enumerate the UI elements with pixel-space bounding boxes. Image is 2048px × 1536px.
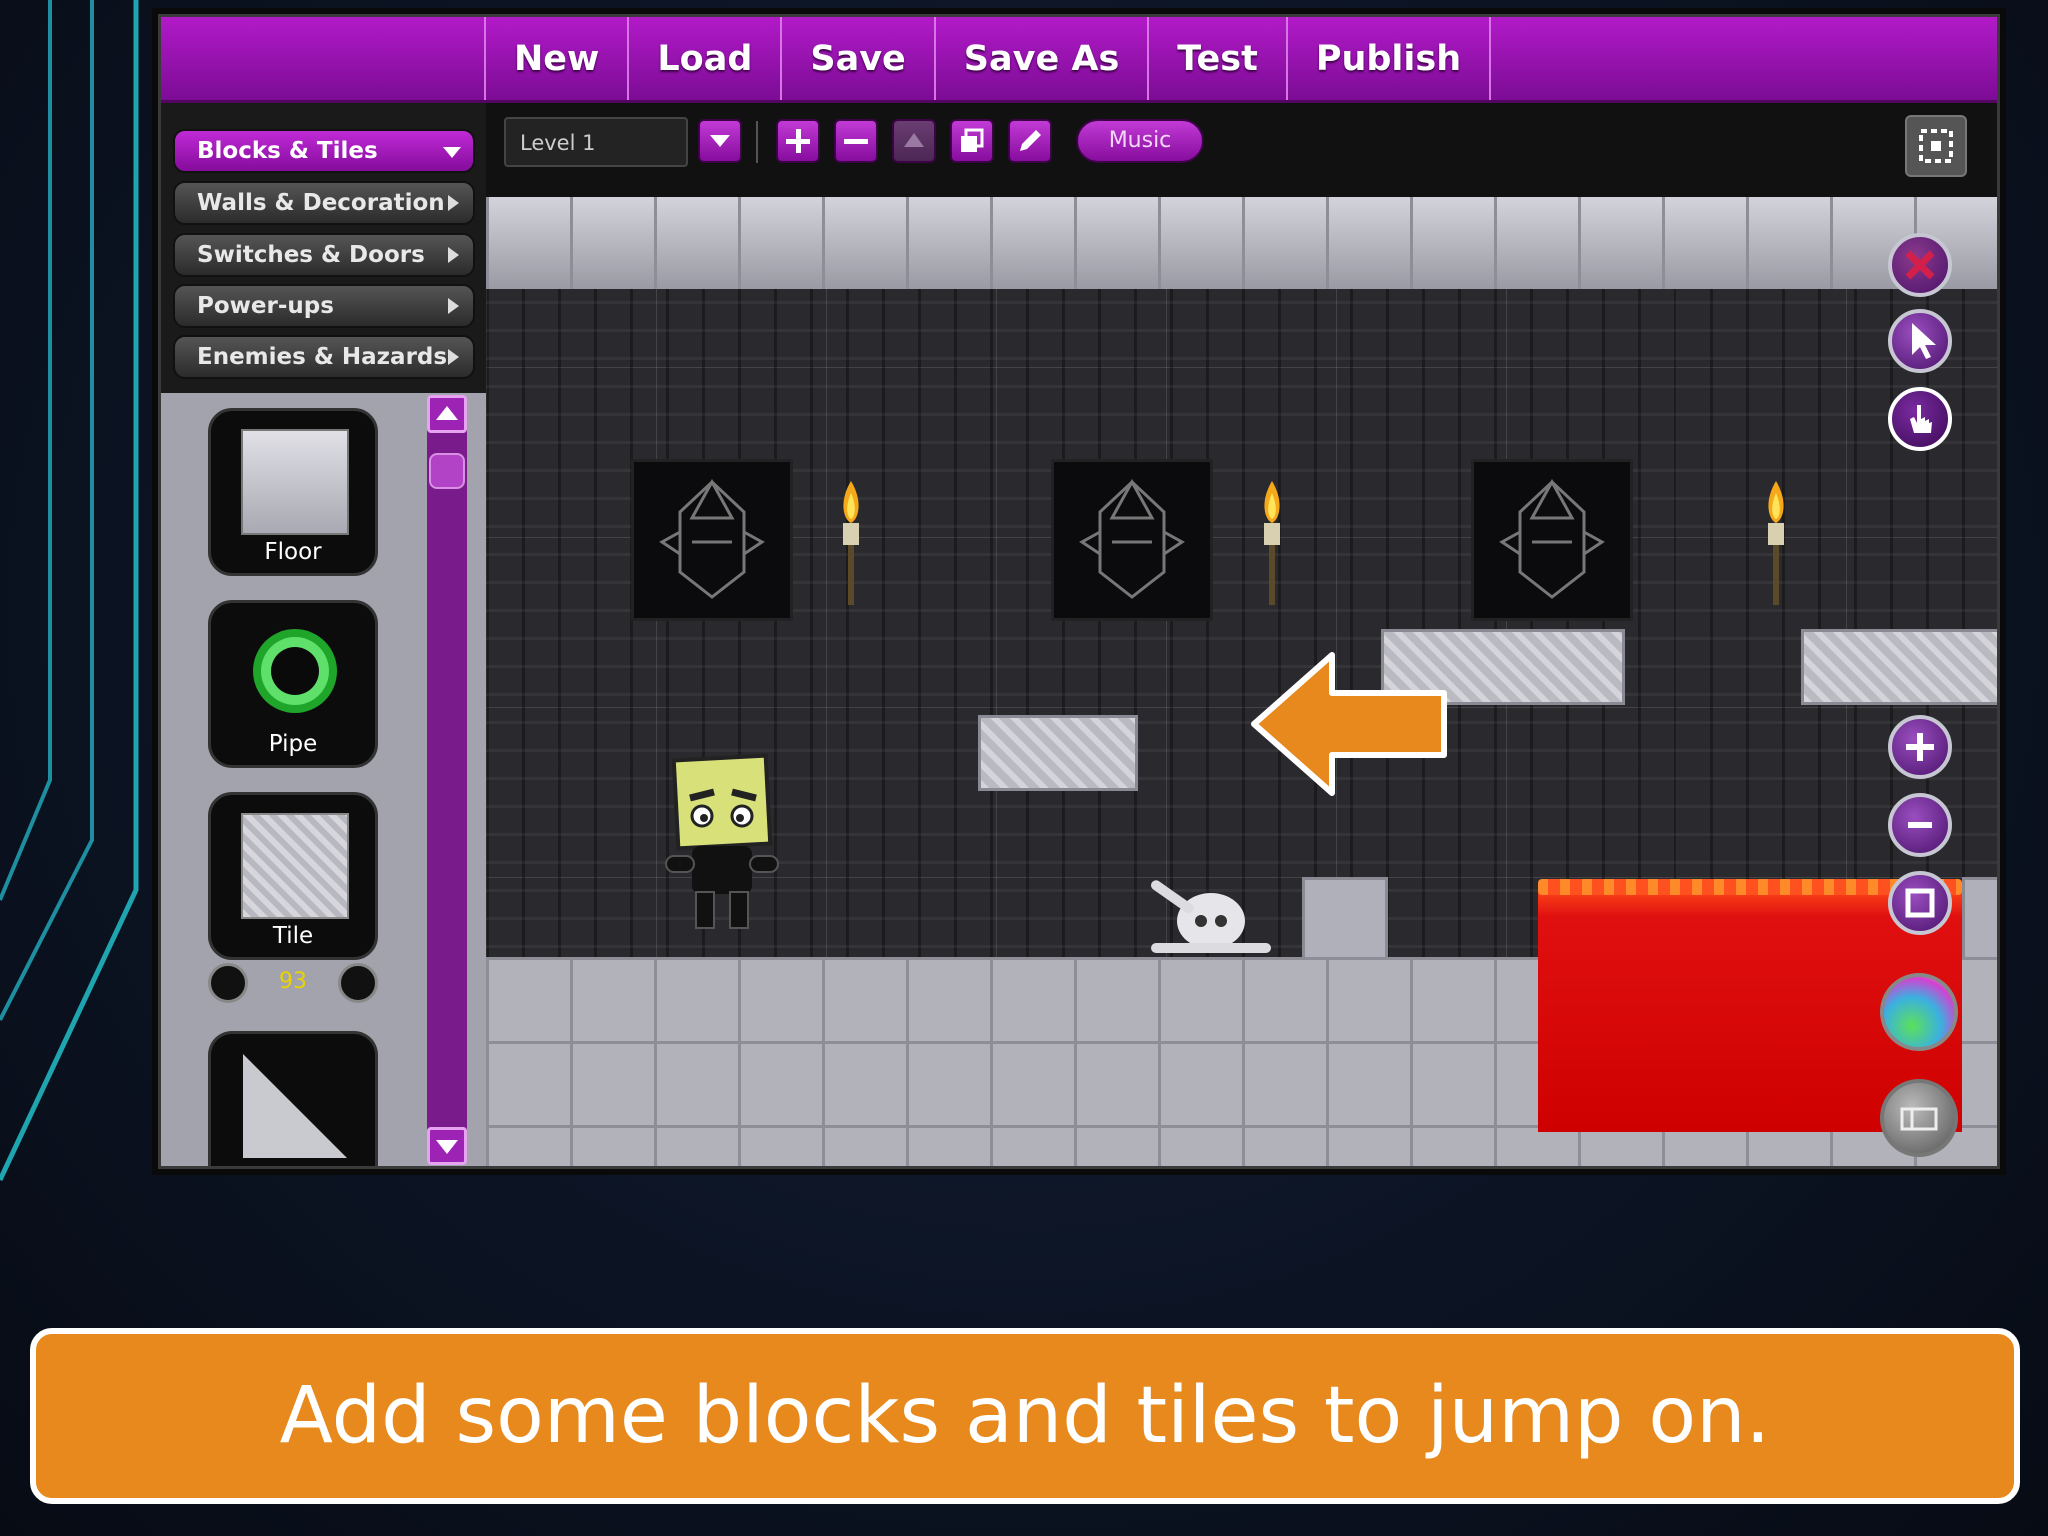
fit-icon: [1905, 888, 1935, 918]
hand-tool-button[interactable]: [1888, 387, 1952, 451]
chevron-right-icon: [448, 247, 459, 263]
pipe-tile-icon: [253, 629, 337, 713]
torch-icon: [1768, 481, 1784, 605]
level-editor-window: New Load Save Save As Test Publish Block…: [158, 14, 2000, 1169]
save-button[interactable]: Save: [782, 17, 936, 100]
stone-platform[interactable]: [978, 715, 1138, 791]
pointer-icon: [1912, 323, 1936, 359]
background-button[interactable]: [1880, 1079, 1958, 1157]
chevron-down-icon: [443, 147, 461, 158]
category-blocks-tiles[interactable]: Blocks & Tiles: [173, 129, 475, 173]
remove-icon: [844, 139, 868, 144]
category-power-ups[interactable]: Power-ups: [173, 284, 475, 328]
load-button[interactable]: Load: [629, 17, 783, 100]
chevron-right-icon: [448, 195, 459, 211]
stone-tile-icon: [241, 813, 349, 919]
add-icon: [786, 129, 810, 153]
instruction-caption: Add some blocks and tiles to jump on.: [30, 1328, 2020, 1504]
dropdown-icon: [710, 135, 730, 147]
grid-toggle-button[interactable]: [1905, 115, 1967, 177]
stone-platform[interactable]: [1801, 629, 1997, 705]
emblem-icon: [1079, 478, 1185, 599]
remove-level-button[interactable]: [834, 119, 878, 163]
edit-icon: [1020, 130, 1041, 151]
menu-bar: New Load Save Save As Test Publish: [161, 17, 1997, 103]
toolbar-divider: [756, 121, 758, 163]
tile-tile[interactable]: Tile: [208, 792, 378, 960]
palette-scrollbar[interactable]: [427, 395, 467, 1165]
emblem-icon: [1499, 478, 1605, 599]
triangle-up-icon: [436, 406, 458, 420]
edit-button[interactable]: [1008, 119, 1052, 163]
zoom-out-button[interactable]: [1888, 793, 1952, 857]
category-enemies-hazards[interactable]: Enemies & Hazards: [173, 335, 475, 379]
decorative-lines: [0, 0, 139, 1182]
fit-view-button[interactable]: [1888, 871, 1952, 935]
slope-tile-icon: [243, 1054, 347, 1158]
next-page-button[interactable]: [338, 963, 378, 1003]
tile-pager: 93: [208, 963, 378, 1003]
duplicate-icon: [961, 128, 984, 152]
add-level-button[interactable]: [776, 119, 820, 163]
save-as-button[interactable]: Save As: [936, 17, 1150, 100]
tile-pipe[interactable]: Pipe: [208, 600, 378, 768]
arrow-left-icon: [1251, 652, 1447, 796]
torch-icon: [1264, 481, 1280, 605]
floor-step[interactable]: [1962, 877, 1997, 963]
delete-icon: [1905, 250, 1935, 280]
zoom-in-button[interactable]: [1888, 715, 1952, 779]
item-palette: Blocks & Tiles Walls & Decoration Switch…: [161, 103, 486, 1166]
duplicate-button[interactable]: [950, 119, 994, 163]
delete-tool-button[interactable]: [1888, 233, 1952, 297]
music-button[interactable]: Music: [1076, 119, 1204, 163]
skull-bones-decoration: [1151, 880, 1271, 953]
background-icon: [1900, 1107, 1938, 1131]
grid-icon: [1919, 129, 1953, 163]
zoom-out-icon: [1908, 822, 1932, 828]
zoom-in-icon: [1906, 733, 1934, 761]
floor-tile-icon: [241, 429, 349, 535]
chevron-right-icon: [448, 349, 459, 365]
player-character[interactable]: [658, 752, 793, 937]
pointer-tool-button[interactable]: [1888, 309, 1952, 373]
level-dropdown-button[interactable]: [698, 119, 742, 163]
floor-step[interactable]: [1302, 877, 1388, 963]
chevron-right-icon: [448, 298, 459, 314]
wall-banner: [631, 459, 793, 621]
publish-button[interactable]: Publish: [1288, 17, 1492, 100]
test-button[interactable]: Test: [1149, 17, 1288, 100]
level-canvas[interactable]: [486, 197, 1997, 1166]
wall-banner: [1471, 459, 1633, 621]
move-up-icon: [904, 133, 924, 147]
category-walls-decoration[interactable]: Walls & Decoration: [173, 181, 475, 225]
category-switches-doors[interactable]: Switches & Doors: [173, 233, 475, 277]
editor-toolbar: Level 1 Music: [486, 103, 1997, 197]
move-up-button[interactable]: [892, 119, 936, 163]
torch-icon: [843, 481, 859, 605]
ceiling-blocks: [486, 197, 1997, 289]
wall-banner: [1051, 459, 1213, 621]
tile-slope[interactable]: [208, 1031, 378, 1166]
level-select[interactable]: Level 1: [504, 117, 688, 167]
scroll-down-button[interactable]: [427, 1127, 467, 1165]
caption-text: Add some blocks and tiles to jump on.: [279, 1371, 1771, 1461]
tile-floor[interactable]: Floor: [208, 408, 378, 576]
emblem-icon: [659, 478, 765, 599]
new-button[interactable]: New: [486, 17, 630, 100]
hand-icon: [1910, 405, 1932, 433]
scroll-up-button[interactable]: [427, 395, 467, 433]
scroll-thumb[interactable]: [429, 453, 465, 489]
color-picker-button[interactable]: [1880, 973, 1958, 1051]
triangle-down-icon: [436, 1140, 458, 1154]
